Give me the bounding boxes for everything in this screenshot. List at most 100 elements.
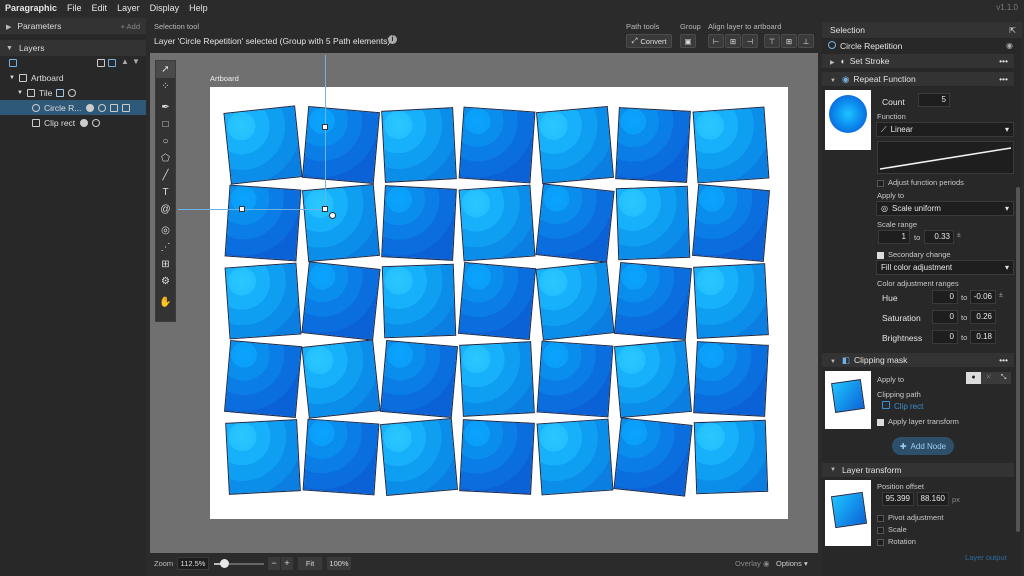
zoom-fit-button[interactable]: Fit (298, 557, 322, 570)
panel-scrollbar[interactable] (1016, 187, 1020, 532)
polygon-tool[interactable]: ⬠ (156, 150, 175, 167)
brightness-from-input[interactable]: 0 (932, 330, 958, 344)
scale-option[interactable]: Scale (877, 525, 907, 534)
node-tool[interactable]: ⁘ (156, 78, 175, 95)
add-node-button[interactable]: ✚ Add Node (892, 437, 954, 455)
set-stroke-header[interactable]: ▶ ◐ Set Stroke ••• (822, 54, 1014, 68)
rotation-checkbox[interactable] (877, 538, 884, 546)
more-icon[interactable]: ••• (999, 56, 1008, 66)
pan-tool[interactable]: ✋ (156, 294, 175, 311)
hue-to-input[interactable]: -0.06 (970, 290, 996, 304)
grid-repeat-tool[interactable]: ⊞ (156, 256, 175, 273)
menu-display[interactable]: Display (145, 0, 185, 16)
collapse-arrow-icon[interactable]: ▼ (17, 90, 23, 96)
hue-from-input[interactable]: 0 (932, 290, 958, 304)
group-layer-icon[interactable] (108, 59, 116, 67)
layer-row-circle-repetition[interactable]: Circle R... (0, 100, 146, 115)
artboard[interactable] (210, 87, 788, 519)
brightness-to-input[interactable]: 0.18 (970, 330, 996, 344)
secondary-change-dropdown[interactable]: Fill color adjustment ▾ (876, 260, 1014, 275)
function-dropdown[interactable]: ⟋ Linear ▾ (876, 122, 1014, 137)
position-y-input[interactable]: 88.160 (917, 492, 949, 506)
layers-header[interactable]: ▼ Layers (0, 40, 146, 56)
apply-grid-button[interactable]: ⁙ (981, 372, 996, 384)
ellipse-tool[interactable]: ○ (156, 133, 175, 150)
zoom-value-field[interactable]: 112.5% (177, 557, 209, 570)
group-button[interactable]: ▣ (680, 34, 696, 48)
select-tool[interactable]: ➚ (156, 61, 175, 78)
collapse-arrow-icon[interactable]: ▼ (9, 75, 15, 81)
zoom-slider[interactable] (214, 559, 264, 568)
rotation-option[interactable]: Rotation (877, 537, 916, 546)
parameters-header[interactable]: ▶ Parameters + Add (0, 18, 146, 34)
pivot-adjustment-option[interactable]: Pivot adjustment (877, 513, 943, 522)
clipping-mask-header[interactable]: ▼ ◧ Clipping mask ••• (822, 353, 1014, 367)
rectangle-tool[interactable]: □ (156, 116, 175, 133)
visibility-eye-icon[interactable]: ◉ (1006, 41, 1013, 50)
spiral-tool[interactable]: @ (156, 201, 175, 218)
selection-handle[interactable] (239, 206, 245, 212)
gear-repeat-tool[interactable]: ⚙ (156, 273, 175, 290)
align-left-button[interactable]: ⊢ (708, 34, 724, 48)
app-menu[interactable]: Paragraphic (0, 0, 62, 16)
align-right-button[interactable]: ⊣ (742, 34, 758, 48)
scale-from-input[interactable]: 1 (878, 230, 910, 244)
zoom-in-button[interactable]: + (281, 557, 293, 570)
menu-help[interactable]: Help (184, 0, 213, 16)
text-tool[interactable]: T (156, 184, 175, 201)
zoom-out-button[interactable]: − (268, 557, 280, 570)
scale-to-input[interactable]: 0.33 (924, 230, 954, 244)
align-center-h-button[interactable]: ⊞ (725, 34, 741, 48)
apply-to-dropdown[interactable]: ◎ Scale uniform ▾ (876, 201, 1014, 216)
more-icon[interactable]: ••• (999, 355, 1008, 365)
export-icon[interactable]: ⇱ (1009, 26, 1016, 35)
zoom-slider-handle[interactable] (220, 559, 229, 568)
secondary-change-label[interactable]: Secondary change (877, 250, 951, 259)
align-top-button[interactable]: ⊤ (764, 34, 780, 48)
duplicate-layer-icon[interactable] (97, 59, 105, 67)
menu-layer[interactable]: Layer (112, 0, 145, 16)
layer-row-artboard[interactable]: ▼ Artboard (0, 70, 146, 85)
apply-transform-checkbox[interactable] (877, 418, 884, 426)
adjust-periods-checkbox[interactable] (877, 179, 884, 187)
repeat-tool[interactable]: ◎ (156, 222, 175, 239)
layer-row-tile[interactable]: ▼ Tile (0, 85, 146, 100)
selection-handle[interactable] (322, 124, 328, 130)
secondary-change-checkbox[interactable] (877, 251, 884, 259)
adjust-periods-label[interactable]: Adjust function periods (877, 178, 964, 187)
rotation-handle[interactable] (329, 212, 336, 219)
saturation-to-input[interactable]: 0.26 (970, 310, 996, 324)
apply-expand-button[interactable]: ⤡ (996, 372, 1011, 384)
pivot-checkbox[interactable] (877, 514, 884, 522)
apply-single-button[interactable]: ● (966, 372, 981, 384)
layer-row-clip-rect[interactable]: Clip rect (0, 115, 146, 130)
link-icon[interactable]: ± (999, 292, 1003, 299)
add-parameter-button[interactable]: + Add (121, 22, 140, 31)
path-repeat-tool[interactable]: ⋰ (156, 239, 175, 256)
position-x-input[interactable]: 95.399 (882, 492, 914, 506)
menu-file[interactable]: File (62, 0, 87, 16)
move-up-icon[interactable]: ▲ (121, 57, 129, 66)
layer-output-link[interactable]: Layer output (965, 553, 1007, 562)
apply-transform-label[interactable]: Apply layer transform (877, 417, 959, 426)
move-down-icon[interactable]: ▼ (132, 57, 140, 66)
convert-button[interactable]: ⤢ Convert (626, 34, 672, 48)
repeat-function-header[interactable]: ▼ ◉ Repeat Function ••• (822, 72, 1014, 86)
count-input[interactable]: 5 (918, 93, 950, 107)
layer-transform-header[interactable]: ▼ Layer transform (822, 463, 1014, 477)
align-bottom-button[interactable]: ⊥ (798, 34, 814, 48)
options-dropdown[interactable]: Options ▾ (776, 559, 808, 568)
menu-edit[interactable]: Edit (87, 0, 113, 16)
selection-handle[interactable] (322, 206, 328, 212)
clipping-path-link[interactable]: Clip rect (882, 401, 923, 411)
line-tool[interactable]: ╱ (156, 167, 175, 184)
new-layer-icon[interactable] (9, 59, 17, 67)
pen-tool[interactable]: ✒ (156, 99, 175, 116)
align-center-v-button[interactable]: ⊞ (781, 34, 797, 48)
link-icon[interactable]: ± (957, 232, 961, 239)
info-icon[interactable]: i (388, 35, 397, 44)
overlay-toggle[interactable]: Overlay ◉ (735, 559, 769, 568)
scale-checkbox[interactable] (877, 526, 884, 534)
zoom-100-button[interactable]: 100% (327, 557, 351, 570)
saturation-from-input[interactable]: 0 (932, 310, 958, 324)
